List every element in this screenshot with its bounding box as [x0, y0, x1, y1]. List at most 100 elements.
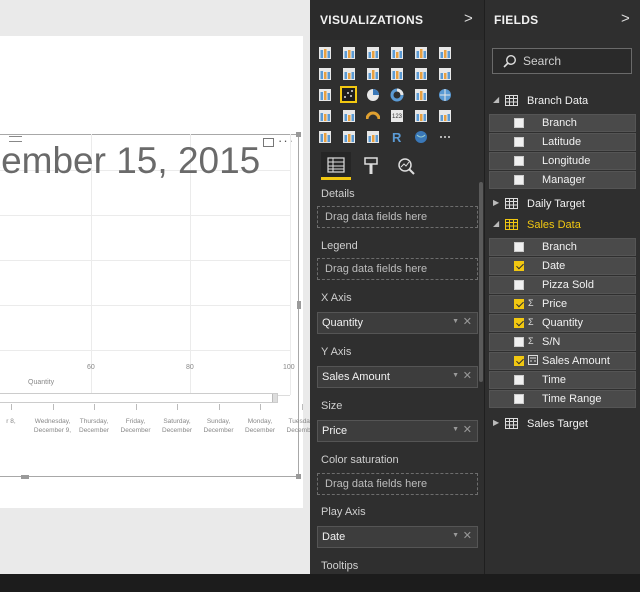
color-saturation-drop-zone[interactable]: Drag data fields here: [317, 473, 478, 495]
card-icon[interactable]: [412, 107, 429, 124]
details-drop-zone[interactable]: Drag data fields here: [317, 206, 478, 228]
dropdown-arrow-icon[interactable]: ▼: [452, 318, 459, 325]
search-input[interactable]: [523, 54, 623, 68]
size-field-pill[interactable]: Price ▼ ✕: [317, 420, 478, 442]
funnel-icon[interactable]: [340, 107, 357, 124]
field-item[interactable]: Σ Quantity: [489, 314, 636, 332]
field-item[interactable]: Branch: [489, 238, 636, 256]
field-checkbox[interactable]: [514, 261, 524, 271]
field-item[interactable]: Latitude: [489, 133, 636, 151]
field-item[interactable]: Σ S/N: [489, 333, 636, 351]
more-options-icon[interactable]: ···: [278, 133, 294, 148]
multirow-card-icon[interactable]: [436, 107, 453, 124]
more-icon[interactable]: [436, 128, 453, 145]
field-item[interactable]: Pizza Sold: [489, 276, 636, 294]
timeline-date-label[interactable]: Tuesday, December: [279, 417, 311, 435]
slicer-icon[interactable]: [316, 128, 333, 145]
resize-handle[interactable]: [296, 132, 301, 137]
table-daily-target[interactable]: ▶ Daily Target: [485, 195, 640, 214]
stacked-bar-icon[interactable]: [316, 44, 333, 61]
remove-field-icon[interactable]: ✕: [463, 315, 472, 328]
kpi-icon[interactable]: 123: [388, 107, 405, 124]
scatter-chart-icon[interactable]: [340, 86, 357, 103]
field-checkbox[interactable]: [514, 175, 524, 185]
table-sales-data[interactable]: ◢ Sales Data: [485, 216, 640, 235]
ribbon-icon[interactable]: [436, 65, 453, 82]
pie-chart-icon[interactable]: [364, 86, 381, 103]
field-checkbox[interactable]: [514, 242, 524, 252]
analytics-tab-icon[interactable]: [391, 152, 421, 180]
field-checkbox[interactable]: [514, 118, 524, 128]
timeline-date-label[interactable]: Sunday, December: [196, 417, 242, 435]
field-checkbox[interactable]: [514, 394, 524, 404]
table-sales-target[interactable]: ▶ Sales Target: [485, 415, 640, 434]
matrix-icon[interactable]: [364, 128, 381, 145]
timeline-date-label[interactable]: Wednesday, December 9,: [30, 417, 76, 435]
remove-field-icon[interactable]: ✕: [463, 423, 472, 436]
play-axis-thumb[interactable]: [272, 394, 277, 402]
field-item[interactable]: Branch: [489, 114, 636, 132]
remove-field-icon[interactable]: ✕: [463, 369, 472, 382]
timeline-date-label[interactable]: Saturday, December: [154, 417, 200, 435]
field-checkbox[interactable]: [514, 156, 524, 166]
area-chart-icon[interactable]: [340, 65, 357, 82]
field-item[interactable]: Time: [489, 371, 636, 389]
clustered-column-icon[interactable]: [388, 44, 405, 61]
gauge-icon[interactable]: [364, 107, 381, 124]
line-column-icon[interactable]: [388, 65, 405, 82]
field-checkbox[interactable]: [514, 375, 524, 385]
resize-handle[interactable]: [21, 475, 29, 479]
x-axis-field-pill[interactable]: Quantity ▼ ✕: [317, 312, 478, 334]
dropdown-arrow-icon[interactable]: ▼: [452, 532, 459, 539]
remove-field-icon[interactable]: ✕: [463, 529, 472, 542]
field-item[interactable]: Time Range: [489, 390, 636, 408]
fields-tab-icon[interactable]: [321, 152, 351, 180]
field-item[interactable]: Longitude: [489, 152, 636, 170]
stacked-column-icon[interactable]: [340, 44, 357, 61]
dropdown-arrow-icon[interactable]: ▼: [452, 426, 459, 433]
stacked-area-icon[interactable]: [364, 65, 381, 82]
line-chart-icon[interactable]: [316, 65, 333, 82]
dropdown-arrow-icon[interactable]: ▼: [452, 372, 459, 379]
line-clustered-icon[interactable]: [412, 65, 429, 82]
timeline-date-label[interactable]: Thursday, December: [71, 417, 117, 435]
fields-search[interactable]: [492, 48, 632, 74]
collapse-chevron-icon[interactable]: >: [464, 10, 473, 27]
wells-scrollbar[interactable]: [479, 182, 483, 382]
treemap-icon[interactable]: [412, 86, 429, 103]
collapse-chevron-icon[interactable]: >: [621, 10, 630, 27]
field-item[interactable]: Manager: [489, 171, 636, 189]
field-checkbox[interactable]: [514, 337, 524, 347]
r-visual-icon[interactable]: R: [388, 128, 405, 145]
format-tab-icon[interactable]: [356, 152, 386, 180]
field-item[interactable]: Σ Price: [489, 295, 636, 313]
collapsed-triangle-icon[interactable]: ▶: [493, 418, 499, 427]
y-axis-field-pill[interactable]: Sales Amount ▼ ✕: [317, 366, 478, 388]
field-checkbox[interactable]: [514, 280, 524, 290]
field-checkbox[interactable]: [514, 137, 524, 147]
table-branch-data[interactable]: ◢ Branch Data: [485, 92, 640, 111]
field-checkbox[interactable]: [514, 299, 524, 309]
map-icon[interactable]: [436, 86, 453, 103]
timeline-date-label[interactable]: Friday, December: [113, 417, 159, 435]
donut-chart-icon[interactable]: [388, 86, 405, 103]
field-item[interactable]: Sales Amount: [489, 352, 636, 370]
focus-mode-icon[interactable]: [263, 138, 274, 147]
timeline-date-label[interactable]: Monday, December: [237, 417, 283, 435]
play-axis-field-pill[interactable]: Date ▼ ✕: [317, 526, 478, 548]
filled-map-icon[interactable]: [316, 107, 333, 124]
field-item[interactable]: Date: [489, 257, 636, 275]
legend-drop-zone[interactable]: Drag data fields here: [317, 258, 478, 280]
resize-handle[interactable]: [297, 301, 301, 309]
field-checkbox[interactable]: [514, 318, 524, 328]
report-page[interactable]: ··· ecember 15, 2015 60 80 100 Quantity: [0, 36, 303, 508]
field-checkbox[interactable]: [514, 356, 524, 366]
collapsed-triangle-icon[interactable]: ▶: [493, 198, 499, 207]
clustered-bar-icon[interactable]: [364, 44, 381, 61]
table-icon[interactable]: [340, 128, 357, 145]
100-bar-icon[interactable]: [412, 44, 429, 61]
globe-icon[interactable]: [412, 128, 429, 145]
resize-handle[interactable]: [296, 474, 301, 479]
expanded-triangle-icon[interactable]: ◢: [493, 219, 499, 228]
expanded-triangle-icon[interactable]: ◢: [493, 95, 499, 104]
